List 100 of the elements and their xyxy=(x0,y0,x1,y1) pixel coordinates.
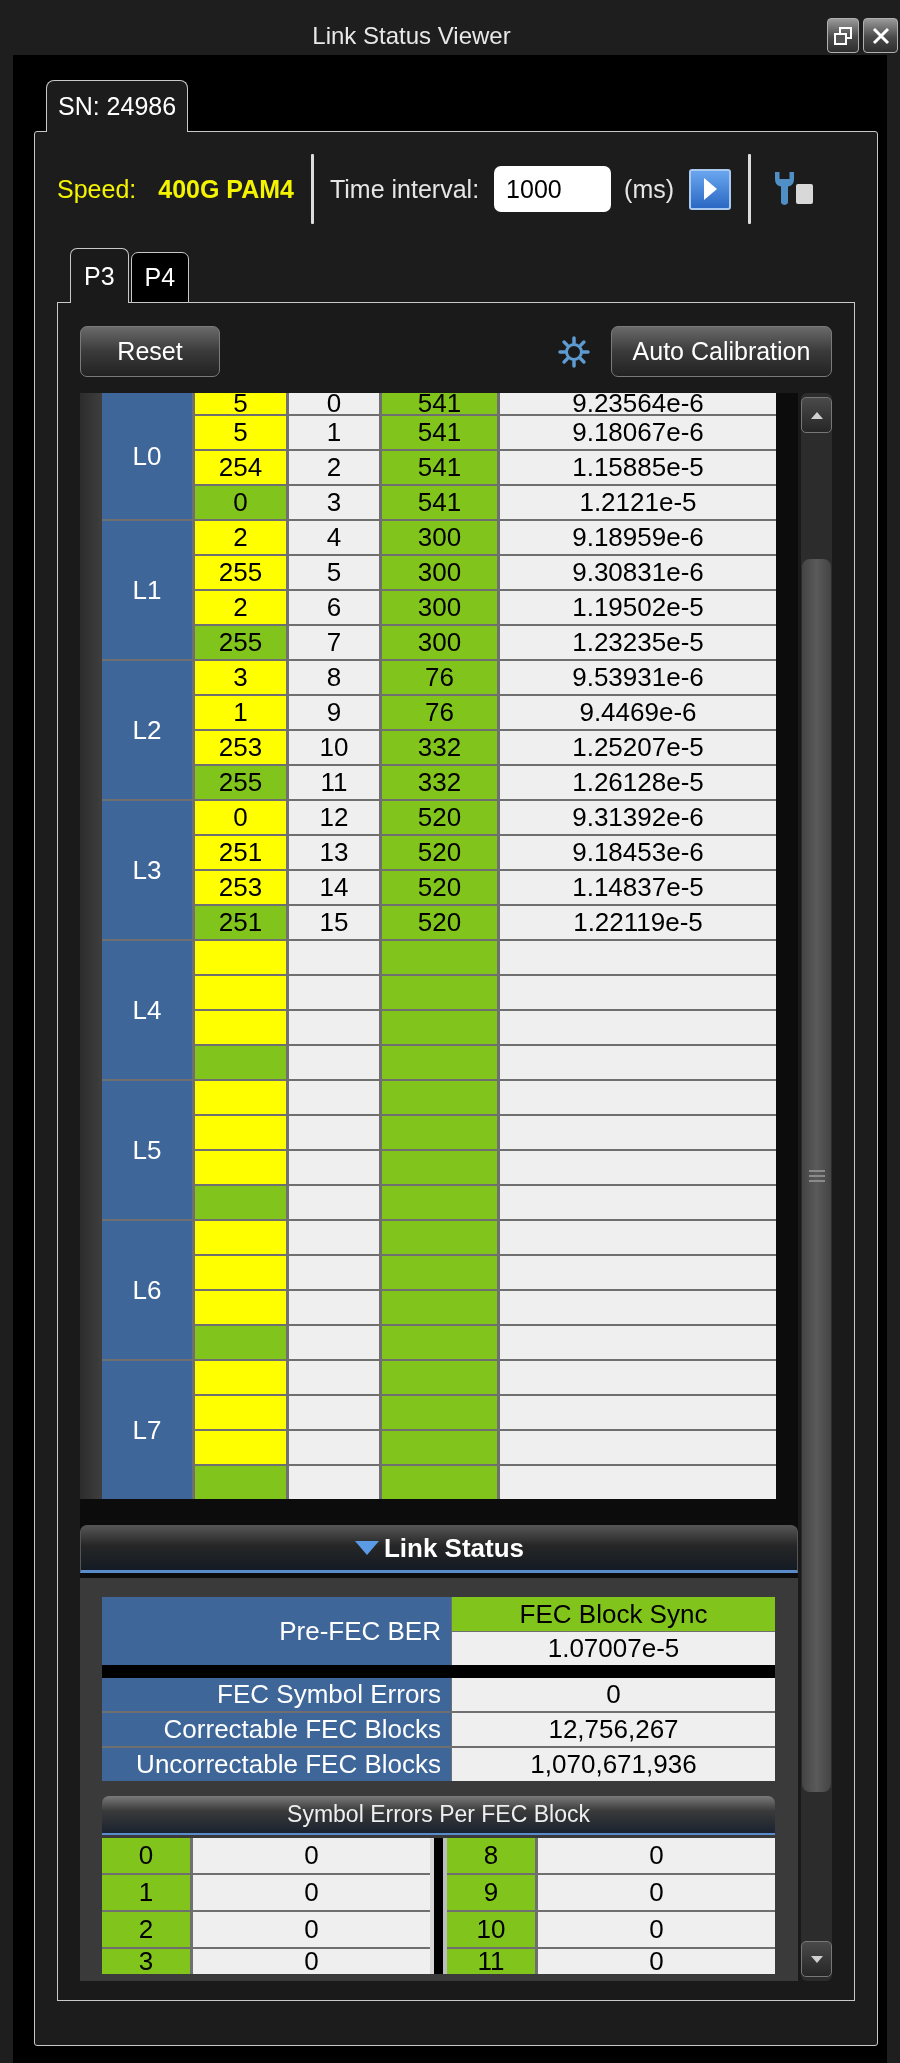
metric-value: 1.07007e-5 xyxy=(452,1632,775,1665)
metric-label: FEC Symbol Errors xyxy=(102,1678,451,1711)
index-cell: 1 xyxy=(102,1875,190,1910)
port-tab[interactable]: P3 xyxy=(70,248,129,303)
scroll-down-button[interactable] xyxy=(801,1941,832,1977)
table-cell: 9 xyxy=(289,696,379,729)
table-cell: 12 xyxy=(289,801,379,834)
lane-label: L1 xyxy=(102,521,192,659)
table-cell: 1.19502e-5 xyxy=(500,591,776,624)
table-cell: 0 xyxy=(289,393,379,414)
table-cell: 3 xyxy=(289,486,379,519)
table-cell: 0 xyxy=(195,486,286,519)
table-cell: 541 xyxy=(382,416,497,449)
section-header[interactable]: Link Status xyxy=(80,1525,798,1573)
table-cell: 255 xyxy=(195,766,286,799)
table-cell: 300 xyxy=(382,521,497,554)
table-cell: 2 xyxy=(195,591,286,624)
table-cell: 541 xyxy=(382,451,497,484)
table-cell: 11 xyxy=(289,766,379,799)
lane-label: L2 xyxy=(102,661,192,799)
close-icon xyxy=(870,25,891,46)
table-cell: 332 xyxy=(382,731,497,764)
metric-value: 1,070,671,936 xyxy=(452,1748,775,1781)
table-cell: 520 xyxy=(382,836,497,869)
table-cell: 300 xyxy=(382,626,497,659)
table-cell: 0 xyxy=(538,1838,775,1873)
table-cell: 1 xyxy=(289,416,379,449)
metric-value: 12,756,267 xyxy=(452,1713,775,1746)
restore-icon xyxy=(833,25,853,46)
table-cell: 9.18067e-6 xyxy=(500,416,776,449)
index-cell: 9 xyxy=(447,1875,535,1910)
close-button[interactable] xyxy=(863,18,898,53)
table-cell: 9.18453e-6 xyxy=(500,836,776,869)
caret-down-icon xyxy=(809,1954,824,1964)
table-cell: 0 xyxy=(193,1875,430,1910)
table-cell: 253 xyxy=(195,871,286,904)
table-cell: 9.4469e-6 xyxy=(500,696,776,729)
play-icon xyxy=(702,177,719,201)
device-tab[interactable]: SN: 24986 xyxy=(46,80,189,132)
table-cell: 76 xyxy=(382,661,497,694)
table-cell: 1 xyxy=(195,696,286,729)
port-tab[interactable]: P4 xyxy=(130,252,190,303)
index-cell: 8 xyxy=(447,1838,535,1873)
metric-label: Correctable FEC Blocks xyxy=(102,1713,451,1746)
table-cell: 0 xyxy=(195,801,286,834)
table-cell: 541 xyxy=(382,393,497,414)
table-cell: 255 xyxy=(195,556,286,589)
table-cell: 0 xyxy=(193,1838,430,1873)
table-cell: 520 xyxy=(382,871,497,904)
table-cell: 5 xyxy=(289,556,379,589)
table-cell: 520 xyxy=(382,801,497,834)
table-cell: 5 xyxy=(195,393,286,414)
table-cell: 13 xyxy=(289,836,379,869)
metric-label: Pre-FEC BER xyxy=(102,1597,451,1665)
table-cell: 0 xyxy=(193,1949,430,1974)
speed-value: 400G PAM4 xyxy=(158,174,294,204)
index-cell: 0 xyxy=(102,1838,190,1873)
wrench-icon[interactable] xyxy=(772,171,815,207)
table-cell: 7 xyxy=(289,626,379,659)
table-cell: 4 xyxy=(289,521,379,554)
table-cell: 5 xyxy=(195,416,286,449)
metric-label: Uncorrectable FEC Blocks xyxy=(102,1748,451,1781)
table-cell: 1.2121e-5 xyxy=(500,486,776,519)
reset-button[interactable]: Reset xyxy=(80,326,220,377)
table-cell: 8 xyxy=(289,661,379,694)
caret-up-icon xyxy=(809,410,824,420)
table-cell: 0 xyxy=(538,1875,775,1910)
window-title: Link Status Viewer xyxy=(311,21,512,50)
restore-button[interactable] xyxy=(827,18,859,53)
table-cell: 9.30831e-6 xyxy=(500,556,776,589)
table-cell: 2 xyxy=(289,451,379,484)
table-cell: 251 xyxy=(195,836,286,869)
table-cell: 9.53931e-6 xyxy=(500,661,776,694)
index-cell: 10 xyxy=(447,1912,535,1947)
table-cell: 0 xyxy=(538,1949,775,1974)
table-cell: 300 xyxy=(382,556,497,589)
table-cell: 1.22119e-5 xyxy=(500,906,776,939)
scrollbar-thumb[interactable] xyxy=(802,559,831,1792)
settings-icon[interactable] xyxy=(557,334,591,369)
table-cell: 332 xyxy=(382,766,497,799)
table-cell: 9.31392e-6 xyxy=(500,801,776,834)
unit-label: (ms) xyxy=(624,174,675,204)
scroll-up-button[interactable] xyxy=(801,397,832,433)
table-cell: 254 xyxy=(195,451,286,484)
table-cell: 1.15885e-5 xyxy=(500,451,776,484)
metric-value: 0 xyxy=(452,1678,775,1711)
table-cell: 1.26128e-5 xyxy=(500,766,776,799)
table-cell: 1.23235e-5 xyxy=(500,626,776,659)
table-cell: 14 xyxy=(289,871,379,904)
index-cell: 11 xyxy=(447,1949,535,1974)
table-cell: 9.18959e-6 xyxy=(500,521,776,554)
table-cell: 541 xyxy=(382,486,497,519)
table-cell: 1.14837e-5 xyxy=(500,871,776,904)
table-cell: 6 xyxy=(289,591,379,624)
table-cell: 1.25207e-5 xyxy=(500,731,776,764)
index-cell: 3 xyxy=(102,1949,190,1974)
auto-calibration-button[interactable]: Auto Calibration xyxy=(611,326,832,377)
play-button[interactable] xyxy=(689,168,732,210)
interval-field[interactable]: 1000 xyxy=(494,166,612,212)
lane-label: L7 xyxy=(102,1361,192,1499)
